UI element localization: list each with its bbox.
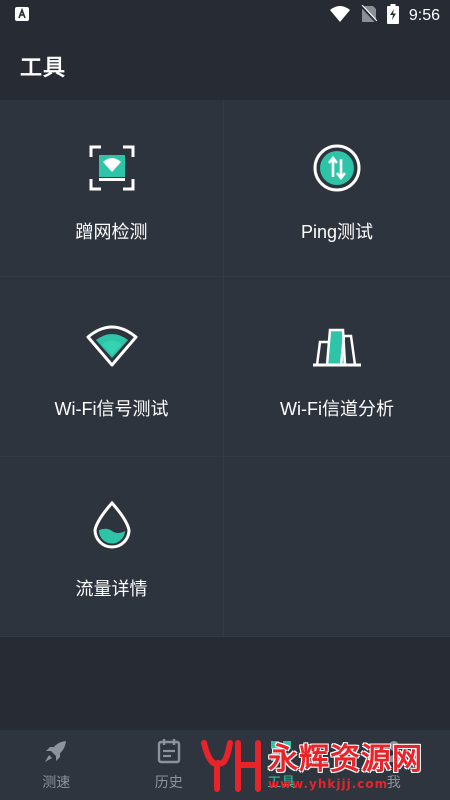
status-bar: 9:56 bbox=[0, 0, 450, 32]
no-sim-icon bbox=[360, 4, 378, 27]
ping-arrows-icon bbox=[311, 142, 363, 194]
page-title: 工具 bbox=[20, 56, 67, 81]
tool-label: Ping测试 bbox=[300, 222, 374, 242]
nav-label: 历史 bbox=[154, 775, 183, 791]
nav-speed-test[interactable]: 测速 bbox=[0, 730, 113, 800]
tool-label: 蹭网检测 bbox=[75, 222, 148, 242]
tool-label: Wi-Fi信号测试 bbox=[54, 399, 169, 419]
tool-label: 流量详情 bbox=[75, 579, 148, 599]
status-time: 9:56 bbox=[408, 7, 440, 24]
tool-label: Wi-Fi信道分析 bbox=[280, 399, 394, 419]
empty-cell bbox=[224, 457, 450, 637]
wifi-signal-icon bbox=[329, 5, 351, 27]
nav-label: 测速 bbox=[42, 775, 71, 791]
tool-wifi-signal-test[interactable]: Wi-Fi信号测试 bbox=[0, 277, 224, 457]
watermark-overlay: 永辉资源网 www.yhkjjj.com bbox=[200, 738, 450, 796]
tool-wifi-intrusion-check[interactable]: 蹭网检测 bbox=[0, 100, 224, 277]
rocket-icon bbox=[43, 738, 69, 768]
app-notification-icon bbox=[14, 6, 30, 26]
tool-wifi-channel-analysis[interactable]: Wi-Fi信道分析 bbox=[224, 277, 450, 457]
battery-charging-icon bbox=[386, 4, 399, 28]
wifi-scan-frame-icon bbox=[86, 142, 138, 194]
watermark-main: 永辉资源网 bbox=[268, 742, 423, 777]
tool-traffic-details[interactable]: 流量详情 bbox=[0, 457, 224, 637]
watermark-logo bbox=[200, 737, 262, 797]
tool-ping-test[interactable]: Ping测试 bbox=[224, 100, 450, 277]
watermark-url: www.yhkjjj.com bbox=[268, 777, 389, 791]
tools-grid: 蹭网检测 Ping测试 Wi-Fi信号测试 Wi-Fi信道分析 流量详情 bbox=[0, 100, 450, 637]
wifi-fan-icon bbox=[86, 319, 138, 371]
water-drop-icon bbox=[86, 499, 138, 551]
channel-bars-icon bbox=[311, 319, 363, 371]
calendar-icon bbox=[157, 738, 181, 768]
watermark-text: 永辉资源网 www.yhkjjj.com bbox=[268, 742, 423, 792]
app-header: 工具 bbox=[0, 32, 450, 100]
